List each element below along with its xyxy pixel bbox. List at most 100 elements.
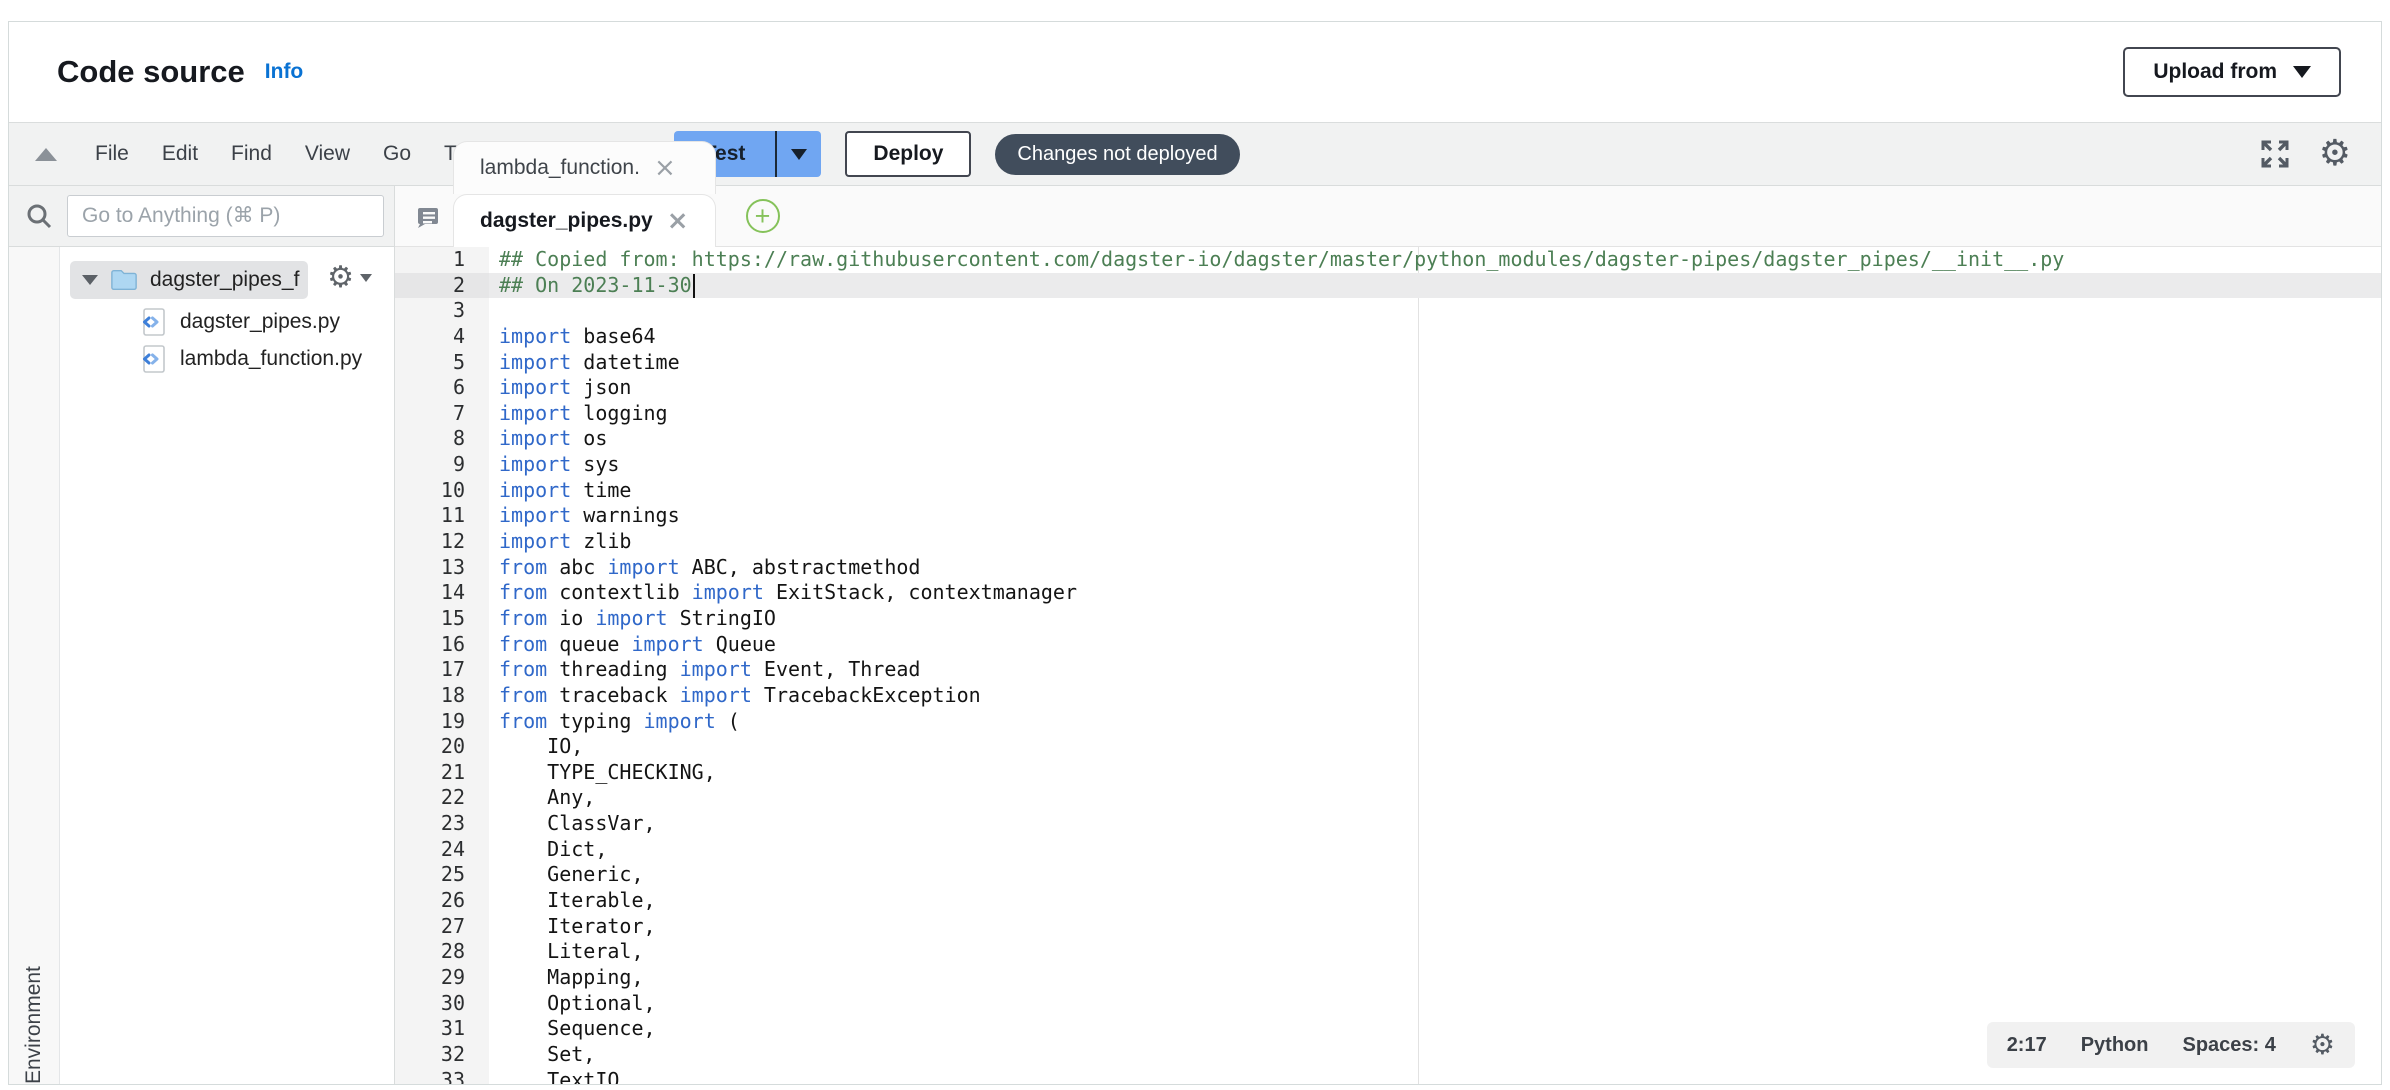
code-line-15[interactable]: 15from io import StringIO <box>395 606 2381 632</box>
line-number: 17 <box>395 657 489 683</box>
line-number: 8 <box>395 426 489 452</box>
sidebar-body: Environment dagster_pipes_funct ⚙ <box>9 247 394 1084</box>
deploy-button[interactable]: Deploy <box>845 131 971 177</box>
folder-icon <box>110 268 138 292</box>
code-line-24[interactable]: 24 Dict, <box>395 837 2381 863</box>
close-tab-icon[interactable]: × <box>654 155 676 181</box>
line-number: 16 <box>395 632 489 658</box>
code-line-4[interactable]: 4import base64 <box>395 324 2381 350</box>
code-source-panel: Code source Info Upload from File Edit Fin… <box>8 21 2382 1085</box>
tab-label: lambda_function. <box>480 156 640 180</box>
code-line-22[interactable]: 22 Any, <box>395 785 2381 811</box>
line-number: 19 <box>395 709 489 735</box>
code-line-13[interactable]: 13from abc import ABC, abstractmethod <box>395 555 2381 581</box>
python-file-icon <box>140 344 166 374</box>
line-number: 12 <box>395 529 489 555</box>
code-line-20[interactable]: 20 IO, <box>395 734 2381 760</box>
menu-item-edit[interactable]: Edit <box>162 142 198 166</box>
line-content: from typing import ( <box>489 709 2381 735</box>
line-number: 22 <box>395 785 489 811</box>
tree-settings-gear-icon[interactable]: ⚙ <box>327 263 372 293</box>
collapse-panel-icon[interactable] <box>35 148 57 161</box>
code-line-3[interactable]: 3 <box>395 298 2381 324</box>
code-line-29[interactable]: 29 Mapping, <box>395 965 2381 991</box>
goto-anything-row <box>9 186 394 247</box>
code-line-18[interactable]: 18from traceback import TracebackExcepti… <box>395 683 2381 709</box>
tab-list-icon[interactable] <box>413 203 443 233</box>
code-line-11[interactable]: 11import warnings <box>395 503 2381 529</box>
code-editor[interactable]: 1## Copied from: https://raw.githubuserc… <box>395 247 2381 1084</box>
close-tab-icon[interactable]: × <box>667 208 689 234</box>
editor-tab-active[interactable]: dagster_pipes.py × <box>453 194 716 247</box>
file-name: dagster_pipes.py <box>180 310 340 334</box>
environment-strip[interactable]: Environment <box>9 247 60 1084</box>
code-line-27[interactable]: 27 Iterator, <box>395 914 2381 940</box>
code-line-30[interactable]: 30 Optional, <box>395 991 2381 1017</box>
menu-item-file[interactable]: File <box>95 142 129 166</box>
code-line-12[interactable]: 12import zlib <box>395 529 2381 555</box>
code-line-2[interactable]: 2## On 2023-11-30 <box>395 273 2381 299</box>
line-content: import time <box>489 478 2381 504</box>
indentation-setting[interactable]: Spaces: 4 <box>2183 1034 2276 1057</box>
tree-files: dagster_pipes.py lambda_function.py <box>60 303 394 377</box>
upload-from-button[interactable]: Upload from <box>2123 47 2341 97</box>
line-number: 24 <box>395 837 489 863</box>
file-sidebar: Environment dagster_pipes_funct ⚙ <box>9 186 395 1084</box>
folder-expand-icon[interactable] <box>82 275 98 285</box>
fullscreen-icon[interactable] <box>2259 138 2291 170</box>
tree-folder-row: dagster_pipes_funct ⚙ <box>60 261 394 299</box>
code-line-6[interactable]: 6import json <box>395 375 2381 401</box>
text-cursor <box>693 274 696 298</box>
code-line-26[interactable]: 26 Iterable, <box>395 888 2381 914</box>
code-line-1[interactable]: 1## Copied from: https://raw.githubuserc… <box>395 247 2381 273</box>
menu-item-go[interactable]: Go <box>383 142 411 166</box>
line-content: import sys <box>489 452 2381 478</box>
code-line-9[interactable]: 9import sys <box>395 452 2381 478</box>
line-number: 10 <box>395 478 489 504</box>
info-link[interactable]: Info <box>265 60 303 84</box>
line-content: import os <box>489 426 2381 452</box>
line-number: 28 <box>395 939 489 965</box>
code-line-25[interactable]: 25 Generic, <box>395 862 2381 888</box>
line-number: 21 <box>395 760 489 786</box>
menubar-right-icons: ⚙ <box>2259 136 2351 172</box>
code-line-23[interactable]: 23 ClassVar, <box>395 811 2381 837</box>
tab-label: dagster_pipes.py <box>480 209 653 233</box>
file-tree: dagster_pipes_funct ⚙ dagster_pipes.py l… <box>60 247 394 1084</box>
line-number: 18 <box>395 683 489 709</box>
new-tab-icon[interactable]: + <box>746 199 780 233</box>
line-content <box>489 298 2381 324</box>
line-content: from threading import Event, Thread <box>489 657 2381 683</box>
code-line-28[interactable]: 28 Literal, <box>395 939 2381 965</box>
code-line-33[interactable]: 33 TextIO <box>395 1068 2381 1085</box>
line-number: 23 <box>395 811 489 837</box>
code-line-8[interactable]: 8import os <box>395 426 2381 452</box>
menu-item-view[interactable]: View <box>305 142 350 166</box>
goto-anything-input[interactable] <box>67 195 384 237</box>
language-mode[interactable]: Python <box>2081 1034 2149 1057</box>
code-line-17[interactable]: 17from threading import Event, Thread <box>395 657 2381 683</box>
code-line-7[interactable]: 7import logging <box>395 401 2381 427</box>
code-line-5[interactable]: 5import datetime <box>395 350 2381 376</box>
code-line-21[interactable]: 21 TYPE_CHECKING, <box>395 760 2381 786</box>
line-content: Mapping, <box>489 965 2381 991</box>
line-content: import base64 <box>489 324 2381 350</box>
tree-file-item[interactable]: dagster_pipes.py <box>60 303 394 340</box>
menu-item-find[interactable]: Find <box>231 142 272 166</box>
line-content: TextIO <box>489 1068 2381 1085</box>
code-line-10[interactable]: 10import time <box>395 478 2381 504</box>
folder-item[interactable]: dagster_pipes_funct <box>70 261 308 299</box>
editor-settings-gear-icon[interactable]: ⚙ <box>2319 136 2351 172</box>
code-line-19[interactable]: 19from typing import ( <box>395 709 2381 735</box>
test-dropdown-button[interactable] <box>777 131 821 177</box>
panel-header: Code source Info Upload from <box>9 22 2381 122</box>
code-line-16[interactable]: 16from queue import Queue <box>395 632 2381 658</box>
code-line-14[interactable]: 14from contextlib import ExitStack, cont… <box>395 580 2381 606</box>
tree-file-item[interactable]: lambda_function.py <box>60 340 394 377</box>
line-number: 26 <box>395 888 489 914</box>
editor-tab-0[interactable]: lambda_function. × <box>453 141 716 194</box>
cursor-position[interactable]: 2:17 <box>2007 1034 2047 1057</box>
line-content: from contextlib import ExitStack, contex… <box>489 580 2381 606</box>
line-content: from io import StringIO <box>489 606 2381 632</box>
statusbar-gear-icon[interactable]: ⚙ <box>2310 1031 2335 1059</box>
